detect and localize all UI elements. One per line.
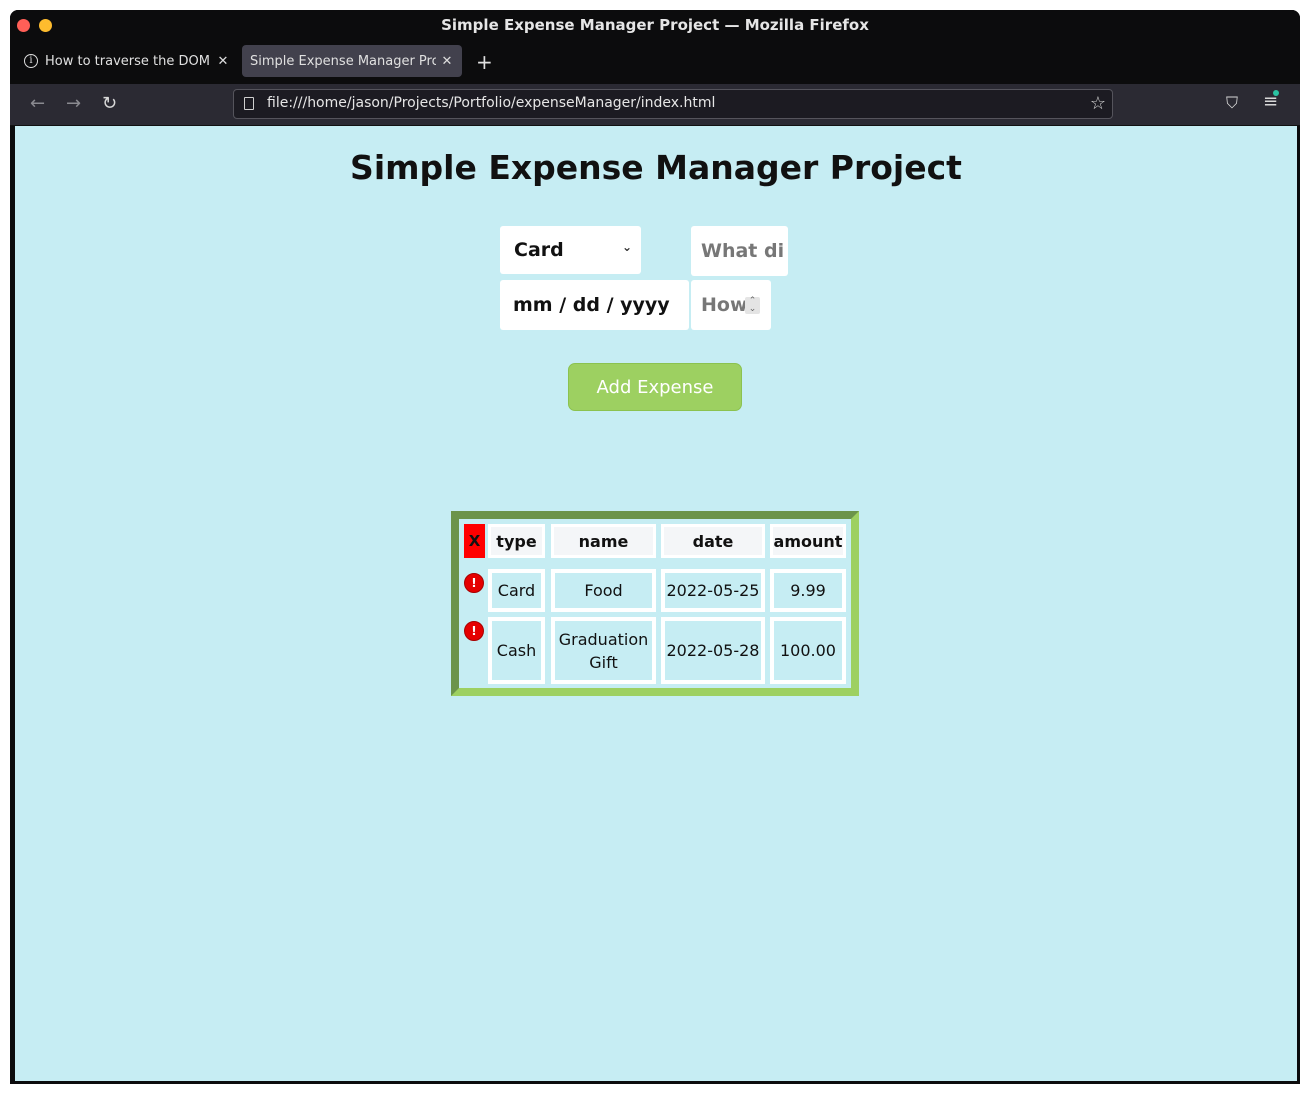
page-content: Simple Expense Manager Project Card ⌄ Wh… [15, 126, 1297, 1081]
url-text[interactable]: file:///home/jason/Projects/Portfolio/ex… [267, 95, 715, 111]
tab-dom-traverse[interactable]: i How to traverse the DOM in ✕ [16, 45, 238, 77]
delete-all-button[interactable]: X [464, 524, 485, 558]
update-dot-icon [1273, 90, 1279, 96]
tab-expense-manager[interactable]: Simple Expense Manager Project ✕ [242, 45, 462, 77]
back-arrow-icon[interactable]: ← [30, 93, 45, 114]
table-cell: 9.99 [770, 569, 846, 612]
info-icon: i [24, 54, 38, 68]
reload-icon[interactable]: ↻ [102, 93, 117, 114]
table-cell: 2022-05-25 [661, 569, 765, 612]
title-bar: Simple Expense Manager Project — Mozilla… [10, 10, 1300, 42]
expense-name-input[interactable]: What di [691, 226, 788, 276]
date-value: mm / dd / yyyy [513, 294, 670, 316]
nav-bar: ← → ↻ file:///home/jason/Projects/Portfo… [10, 84, 1300, 126]
table-cell: Graduation Gift [551, 617, 656, 684]
expense-amount-input[interactable]: How ⌃ ⌄ [691, 280, 771, 330]
select-value: Card [514, 239, 564, 261]
close-icon[interactable]: ✕ [440, 54, 454, 69]
forward-arrow-icon[interactable]: → [66, 93, 81, 114]
url-bar[interactable]: file:///home/jason/Projects/Portfolio/ex… [233, 89, 1113, 119]
new-tab-icon[interactable]: + [476, 50, 493, 74]
add-expense-button[interactable]: Add Expense [568, 363, 742, 411]
input-placeholder: How [701, 294, 748, 316]
pocket-icon[interactable]: ⛉ [1226, 93, 1238, 113]
number-spinner-icon[interactable]: ⌃ ⌄ [745, 297, 760, 314]
header-amount: amount [770, 524, 846, 558]
tab-label: Simple Expense Manager Project [250, 53, 436, 69]
table-cell: Cash [488, 617, 545, 684]
expense-table: X type name date amount ! Card Food 2022… [451, 511, 859, 696]
table-cell: 100.00 [770, 617, 846, 684]
bookmark-star-icon[interactable]: ☆ [1090, 93, 1106, 114]
delete-row-button[interactable]: ! [464, 621, 484, 641]
input-placeholder: What di [701, 240, 785, 262]
page-icon [244, 97, 254, 110]
close-icon[interactable]: ✕ [216, 54, 230, 69]
header-date: date [661, 524, 765, 558]
page-title: Simple Expense Manager Project [350, 148, 962, 187]
table-cell: Card [488, 569, 545, 612]
window-title: Simple Expense Manager Project — Mozilla… [441, 16, 869, 34]
header-name: name [551, 524, 656, 558]
tab-strip: i How to traverse the DOM in ✕ Simple Ex… [10, 42, 1300, 84]
table-cell: 2022-05-28 [661, 617, 765, 684]
tab-label: How to traverse the DOM in [45, 53, 212, 69]
expense-type-select[interactable]: Card ⌄ [500, 226, 641, 274]
expense-date-input[interactable]: mm / dd / yyyy [500, 280, 689, 330]
delete-row-button[interactable]: ! [464, 573, 484, 593]
browser-window: Simple Expense Manager Project — Mozilla… [10, 10, 1300, 1084]
chevron-down-icon: ⌄ [621, 240, 632, 254]
header-type: type [488, 524, 545, 558]
table-cell: Food [551, 569, 656, 612]
